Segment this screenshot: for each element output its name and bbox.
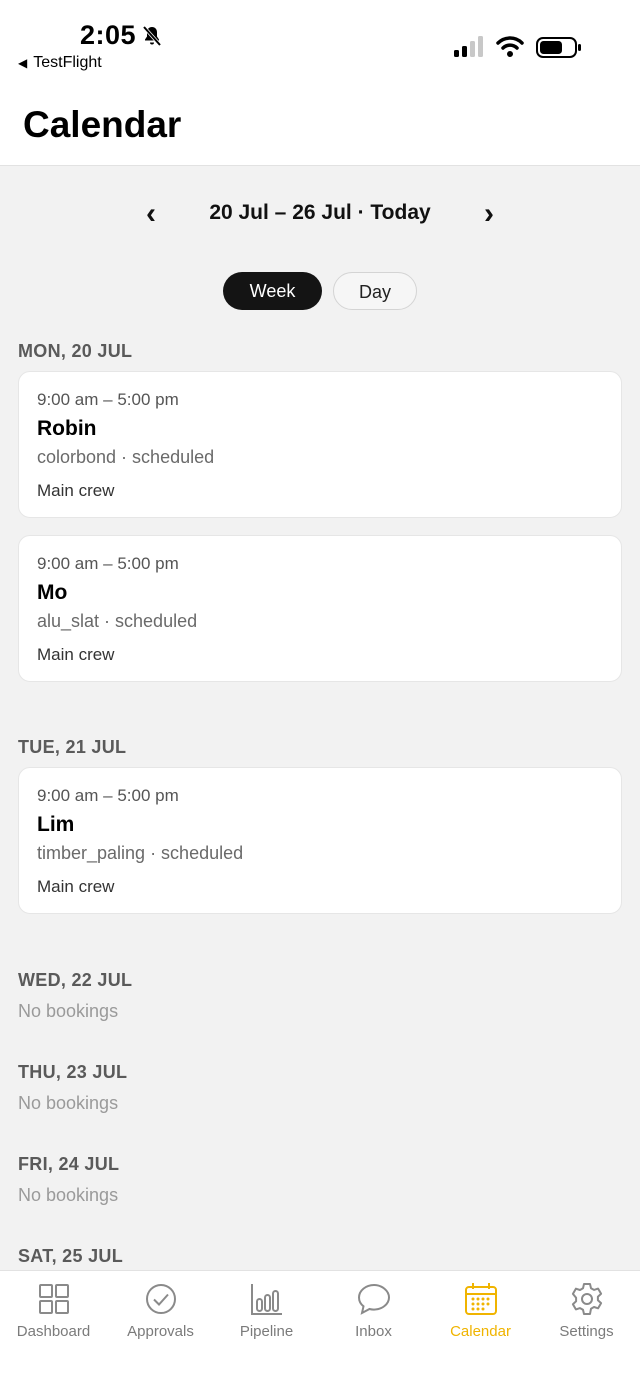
- booking-detail: alu_slat · scheduled: [37, 611, 198, 631]
- tab-label: Dashboard: [16, 1323, 91, 1340]
- status-bar: 2:05 ◀ TestFlight: [0, 0, 640, 80]
- back-triangle-icon: ◀: [18, 56, 28, 70]
- battery-icon: [536, 37, 581, 58]
- no-bookings-text: No bookings: [18, 1001, 119, 1021]
- day-heading: SAT, 25 JUL: [18, 1246, 123, 1266]
- booking-detail: timber_paling · scheduled: [37, 843, 244, 863]
- booking-time: 9:00 am – 5:00 pm: [37, 554, 179, 573]
- date-range-label[interactable]: 20 Jul – 26 Jul · Today: [0, 201, 640, 225]
- no-bookings-text: No bookings: [18, 1185, 119, 1205]
- day-heading: THU, 23 JUL: [18, 1062, 128, 1082]
- booking-time: 9:00 am – 5:00 pm: [37, 390, 179, 409]
- bell-muted-icon: [142, 25, 162, 47]
- bar-chart-icon: [250, 1284, 282, 1315]
- day-heading: MON, 20 JUL: [18, 341, 133, 361]
- booking-customer-name: Mo: [37, 581, 68, 604]
- tab-bar: Dashboard Approvals Pipeline Inbox Calen…: [0, 1270, 640, 1392]
- booking-card[interactable]: 9:00 am – 5:00 pm Mo alu_slat · schedule…: [18, 535, 622, 682]
- tab-label: Approvals: [127, 1323, 194, 1340]
- no-bookings-text: No bookings: [18, 1093, 119, 1113]
- calendar-icon: [464, 1283, 497, 1315]
- tab-label: Pipeline: [239, 1323, 294, 1340]
- booking-time: 9:00 am – 5:00 pm: [37, 786, 179, 805]
- booking-customer-name: Lim: [37, 813, 75, 836]
- booking-detail: colorbond · scheduled: [37, 447, 215, 467]
- check-circle-icon: [145, 1284, 176, 1314]
- booking-customer-name: Robin: [37, 417, 97, 440]
- day-heading: WED, 22 JUL: [18, 970, 133, 990]
- status-time: 2:05: [80, 20, 137, 50]
- gear-icon: [571, 1283, 602, 1315]
- day-view-toggle[interactable]: Day: [333, 272, 417, 310]
- week-view-toggle[interactable]: Week: [223, 272, 322, 310]
- tab-label: Settings: [559, 1323, 614, 1340]
- day-heading: TUE, 21 JUL: [18, 737, 127, 757]
- booking-crew: Main crew: [37, 877, 115, 896]
- day-heading: FRI, 24 JUL: [18, 1154, 120, 1174]
- tab-approvals[interactable]: Approvals: [107, 1281, 214, 1351]
- tab-pipeline[interactable]: Pipeline: [213, 1281, 320, 1351]
- page-title: Calendar: [23, 104, 182, 145]
- back-to-app-link[interactable]: ◀ TestFlight: [18, 54, 102, 72]
- tab-label: Inbox: [355, 1323, 392, 1340]
- back-app-label: TestFlight: [33, 54, 102, 71]
- tab-settings[interactable]: Settings: [533, 1281, 640, 1351]
- cellular-signal-icon: [454, 36, 483, 57]
- week-navigation: ‹ 20 Jul – 26 Jul · Today ›: [0, 196, 640, 232]
- booking-card[interactable]: 9:00 am – 5:00 pm Lim timber_paling · sc…: [18, 767, 622, 914]
- tab-dashboard[interactable]: Dashboard: [0, 1281, 107, 1351]
- booking-crew: Main crew: [37, 481, 115, 500]
- booking-crew: Main crew: [37, 645, 115, 664]
- tab-inbox[interactable]: Inbox: [320, 1281, 427, 1351]
- chat-bubble-icon: [357, 1283, 390, 1315]
- tab-label: Calendar: [450, 1323, 511, 1340]
- wifi-icon: [496, 36, 524, 57]
- tab-calendar[interactable]: Calendar: [427, 1281, 534, 1351]
- next-week-button[interactable]: ›: [471, 196, 507, 232]
- grid-icon: [38, 1284, 69, 1314]
- page-header: Calendar: [0, 80, 640, 166]
- booking-card[interactable]: 9:00 am – 5:00 pm Robin colorbond · sche…: [18, 371, 622, 518]
